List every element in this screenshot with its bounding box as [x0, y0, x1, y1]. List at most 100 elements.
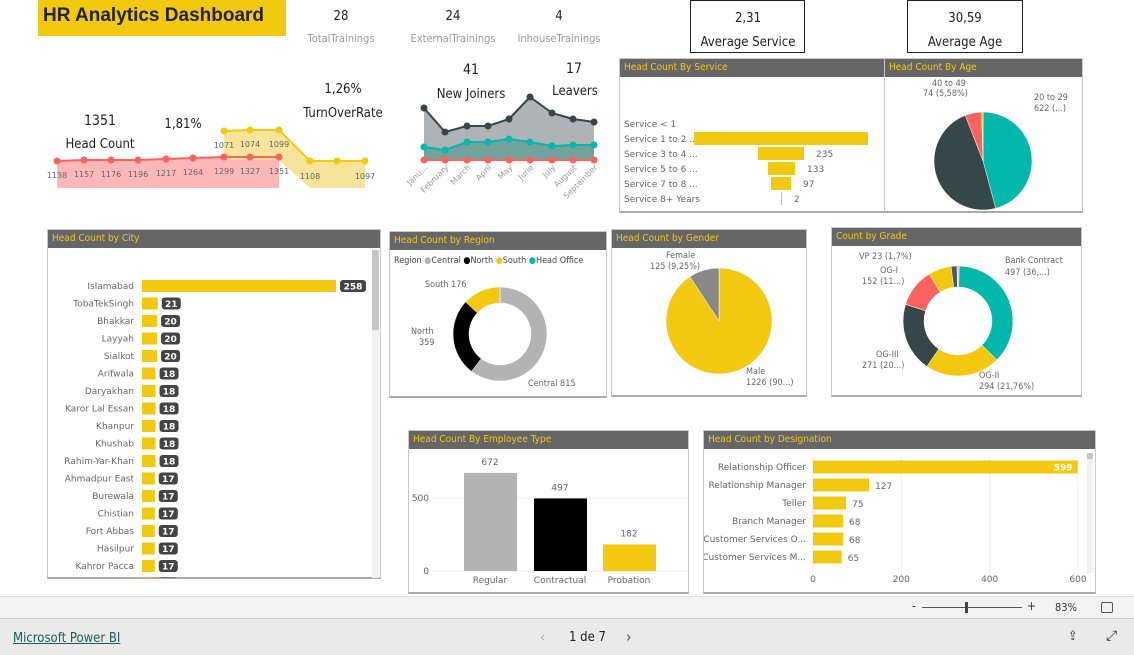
city-label: Hasilpur [97, 545, 134, 555]
city-value: 18 [163, 440, 176, 450]
grade-value-og-ii: 294 (21,76%) [979, 382, 1035, 392]
city-value: 18 [163, 405, 176, 415]
average-service-card: 2,31 Average Service [690, 0, 805, 53]
city-label: Rahim-Yar-Khan [64, 457, 134, 467]
turnover-point [275, 126, 283, 134]
zoom-in-button[interactable]: + [1027, 599, 1036, 613]
turnover-point [220, 127, 228, 135]
region-label-north: North [411, 327, 434, 337]
city-label: Khushab [95, 440, 134, 450]
month-label: March [449, 163, 473, 187]
headcount-point [275, 153, 283, 161]
city-bar [142, 385, 156, 397]
grade-slice [957, 265, 960, 288]
designation-value: 127 [875, 482, 892, 492]
grade-label-og-ii: OG-II [979, 371, 1000, 381]
city-value: 20 [164, 318, 177, 328]
designation-scrollbar[interactable] [1087, 453, 1093, 573]
employee-type-bar [603, 544, 656, 571]
gender-pie [665, 267, 773, 375]
designation-bar [813, 478, 870, 492]
city-bar [142, 350, 158, 362]
zoom-out-button[interactable]: - [912, 599, 916, 613]
headcount-point [80, 156, 88, 164]
zoom-slider[interactable] [922, 607, 1022, 608]
leavers-point [590, 156, 598, 164]
turnover-point [306, 157, 314, 165]
fit-to-page-icon[interactable] [1101, 602, 1113, 613]
service-label: Service 1 to 2 ... [624, 135, 698, 145]
city-value: 18 [163, 458, 176, 468]
turnover-value: 1,26% [324, 82, 362, 97]
city-bar [142, 525, 155, 537]
city-label: Layyah [102, 335, 134, 345]
turnover-data-label: 1074 [240, 140, 260, 149]
leavers-value: 17 [565, 61, 583, 77]
teal-point [526, 138, 534, 146]
total-trainings-label: TotalTrainings [307, 32, 375, 45]
city-value: 17 [162, 528, 175, 538]
teal-point [548, 142, 556, 150]
city-bar [142, 507, 155, 520]
region-value-north: 359 [419, 338, 435, 348]
city-label: Chistian [98, 510, 134, 520]
next-page-icon[interactable]: › [626, 628, 631, 646]
footer: Microsoft Power BI ‹ 1 de 7 › ⇪ ⤢ [0, 619, 1134, 655]
designation-value: 68 [849, 518, 861, 528]
leavers-point [548, 156, 556, 164]
city-label: Burewala [92, 492, 134, 502]
gender-value-female: 125 (9,25%) [650, 262, 701, 272]
headcount-point [220, 153, 228, 161]
city-bar [142, 367, 156, 380]
designation-label: Teller [781, 499, 806, 509]
month-label: June [516, 163, 535, 182]
city-scrollbar[interactable] [372, 250, 379, 578]
headcount-data-label: 1351 [269, 167, 289, 176]
employee-type-bar [464, 472, 517, 571]
teal-point [590, 141, 598, 149]
joiners-point [441, 128, 449, 136]
zoom-slider-thumb[interactable] [965, 602, 968, 613]
city-scrollbar-thumb[interactable] [372, 250, 379, 330]
service-bar [781, 192, 782, 205]
service-value: 2 [794, 195, 800, 205]
designation-bar [813, 532, 844, 546]
external-trainings-value: 24 [445, 9, 461, 24]
city-label: Karor Lal Essan [65, 405, 134, 415]
headcount-data-label: 1299 [214, 167, 234, 176]
turnover-data-label: 1071 [214, 141, 234, 150]
age-value-20-29: 622 (...) [1034, 104, 1067, 114]
region-panel: Head Count by Region Region ●Central ●No… [389, 231, 607, 398]
leavers-point [526, 156, 534, 164]
city-value: 17 [162, 475, 175, 485]
headcount-point [189, 154, 197, 162]
joiners-point [420, 104, 428, 112]
teal-point [420, 143, 428, 151]
new-joiners-label: New Joiners [436, 87, 506, 102]
prev-page-icon[interactable]: ‹ [540, 628, 545, 646]
teal-point [505, 135, 513, 143]
power-bi-link[interactable]: Microsoft Power BI [13, 631, 120, 646]
teal-point [569, 141, 577, 149]
designation-bar [813, 514, 844, 528]
headcount-point [162, 155, 170, 163]
grade-slice [902, 304, 940, 367]
designation-value: 68 [849, 536, 861, 546]
service-label: Service 8+ Years [624, 195, 700, 205]
gender-value-male: 1226 (90...) [746, 378, 794, 388]
age-label-40-49: 40 to 49 [932, 79, 966, 89]
service-bar [768, 162, 795, 175]
city-bar [142, 297, 158, 310]
share-icon[interactable]: ⇪ [1068, 629, 1078, 644]
fullscreen-icon[interactable]: ⤢ [1106, 628, 1117, 644]
designation-scrollbar-thumb[interactable] [1087, 453, 1093, 459]
service-label: Service 5 to 6 ... [624, 165, 698, 175]
inhouse-trainings-label: InhouseTrainings [517, 32, 601, 45]
designation-label: Branch Manager [732, 517, 806, 527]
designation-label: Relationship Manager [708, 481, 806, 491]
grade-slice [958, 265, 1014, 361]
leavers-point [441, 156, 449, 164]
designation-value: 599 [1054, 464, 1073, 474]
zoom-level: 83% [1055, 601, 1077, 614]
city-label: Kahror Pacca [76, 562, 134, 572]
